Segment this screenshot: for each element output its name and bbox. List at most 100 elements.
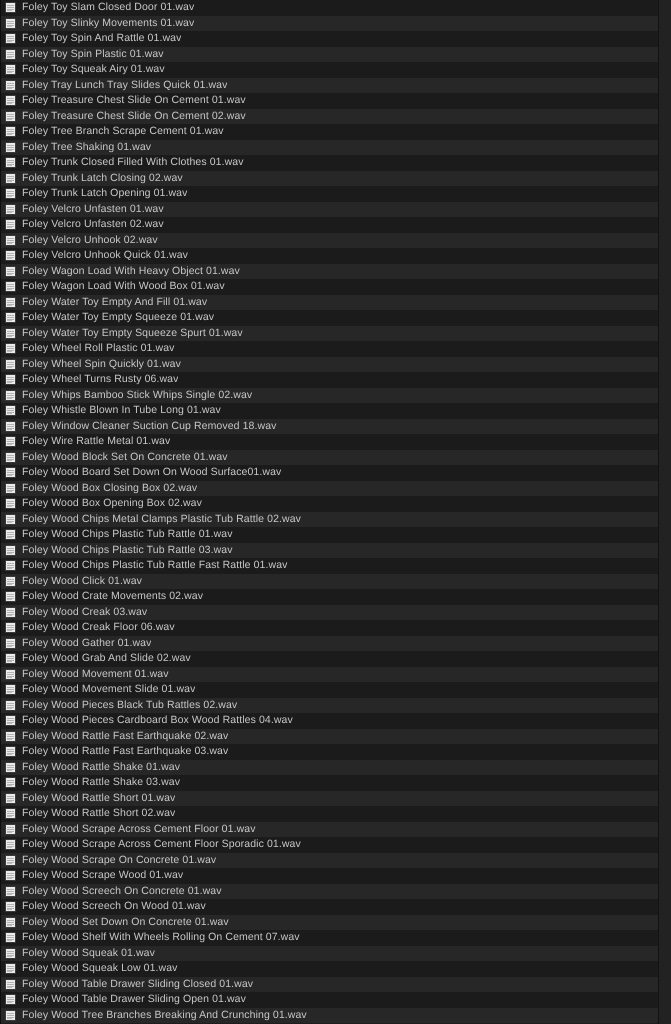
file-list-item[interactable]: Foley Wood Scrape Across Cement Floor 01… [1,821,671,837]
file-list-item[interactable]: Foley Wood Rattle Fast Earthquake 02.wav [1,728,671,744]
file-list-item[interactable]: Foley Wood Box Opening Box 02.wav [1,496,671,512]
file-list-item[interactable]: Foley Whistle Blown In Tube Long 01.wav [1,403,671,419]
file-list[interactable]: Foley Toy Slam Closed Door 01.wav Foley T… [1,0,671,1023]
file-list-item[interactable]: Foley Wood Movement Slide 01.wav [1,682,671,698]
file-list-item[interactable]: Foley Wood Pieces Cardboard Box Wood Rat… [1,713,671,729]
file-list-item[interactable]: Foley Wheel Turns Rusty 06.wav [1,372,671,388]
file-name-label: Foley Wood Scrape Wood 01.wav [22,869,184,882]
file-list-item[interactable]: Foley Wood Board Set Down On Wood Surfac… [1,465,671,481]
file-list-item[interactable]: Foley Wood Chips Plastic Tub Rattle 01.w… [1,527,671,543]
file-list-item[interactable]: Foley Wagon Load With Wood Box 01.wav [1,279,671,295]
file-list-item[interactable]: Foley Velcro Unfasten 02.wav [1,217,671,233]
file-name-label: Foley Velcro Unhook 02.wav [22,233,158,246]
file-list-item[interactable]: Foley Wood Chips Plastic Tub Rattle 03.w… [1,542,671,558]
file-list-item[interactable]: Foley Toy Squeak Airy 01.wav [1,62,671,78]
file-name-label: Foley Wood Pieces Cardboard Box Wood Rat… [22,714,293,727]
file-list-item[interactable]: Foley Toy Slinky Movements 01.wav [1,15,671,31]
file-name-label: Foley Wood Crate Movements 02.wav [22,590,204,603]
file-list-item[interactable]: Foley Wood Scrape Wood 01.wav [1,868,671,884]
file-list-item[interactable]: Foley Wood Table Drawer Sliding Closed 0… [1,976,671,992]
file-list-item[interactable]: Foley Wood Click 01.wav [1,573,671,589]
file-list-item[interactable]: Foley Velcro Unfasten 01.wav [1,201,671,217]
file-name-label: Foley Trunk Latch Closing 02.wav [22,171,183,184]
audio-file-icon [5,947,16,959]
file-list-item[interactable]: Foley Treasure Chest Slide On Cement 02.… [1,108,671,124]
file-list-item[interactable]: Foley Trunk Closed Filled With Clothes 0… [1,155,671,171]
file-list-item[interactable]: Foley Wood Shelf With Wheels Rolling On … [1,930,671,946]
file-list-item[interactable]: Foley Wood Crate Movements 02.wav [1,589,671,605]
file-list-item[interactable]: Foley Wood Gather 01.wav [1,635,671,651]
file-list-item[interactable]: Foley Wood Screech On Concrete 01.wav [1,883,671,899]
file-list-item[interactable]: Foley Wood Creak Floor 06.wav [1,620,671,636]
file-name-label: Foley Trunk Closed Filled With Clothes 0… [22,156,244,169]
file-list-item[interactable]: Foley Toy Spin And Rattle 01.wav [1,31,671,47]
file-name-label: Foley Wood Set Down On Concrete 01.wav [22,915,229,928]
audio-file-icon [5,916,16,928]
file-name-label: Foley Tray Lunch Tray Slides Quick 01.wa… [22,78,228,91]
audio-file-icon [5,436,16,448]
audio-file-icon [5,467,16,479]
file-list-item[interactable]: Foley Tray Lunch Tray Slides Quick 01.wa… [1,77,671,93]
file-name-label: Foley Wood Tree Branches Breaking And Cr… [22,1008,307,1021]
file-list-item[interactable]: Foley Wood Rattle Shake 03.wav [1,775,671,791]
file-list-item[interactable]: Foley Wood Set Down On Concrete 01.wav [1,914,671,930]
file-name-label: Foley Wagon Load With Wood Box 01.wav [22,280,225,293]
file-list-item[interactable]: Foley Wood Squeak 01.wav [1,945,671,961]
file-list-item[interactable]: Foley Treasure Chest Slide On Cement 01.… [1,93,671,109]
file-list-item[interactable]: Foley Wood Rattle Fast Earthquake 03.wav [1,744,671,760]
audio-file-icon [5,730,16,742]
file-list-item[interactable]: Foley Wood Block Set On Concrete 01.wav [1,449,671,465]
file-list-item[interactable]: Foley Wood Creak 03.wav [1,604,671,620]
file-list-item[interactable]: Foley Window Cleaner Suction Cup Removed… [1,418,671,434]
file-name-label: Foley Toy Squeak Airy 01.wav [22,63,165,76]
file-list-item[interactable]: Foley Wood Screech On Wood 01.wav [1,899,671,915]
file-list-item[interactable]: Foley Whips Bamboo Stick Whips Single 02… [1,387,671,403]
file-list-item[interactable]: Foley Wood Chips Plastic Tub Rattle Fast… [1,558,671,574]
file-list-item[interactable]: Foley Trunk Latch Opening 01.wav [1,186,671,202]
file-list-item[interactable]: Foley Wood Chips Metal Clamps Plastic Tu… [1,511,671,527]
file-list-item[interactable]: Foley Wood Rattle Short 01.wav [1,790,671,806]
audio-file-icon [5,668,16,680]
file-list-item[interactable]: Foley Wood Rattle Shake 01.wav [1,759,671,775]
file-list-item[interactable]: Foley Tree Branch Scrape Cement 01.wav [1,124,671,140]
audio-file-icon [5,761,16,773]
file-list-item[interactable]: Foley Wood Pieces Black Tub Rattles 02.w… [1,697,671,713]
file-list-item[interactable]: Foley Toy Slam Closed Door 01.wav [1,0,671,16]
file-list-item[interactable]: Foley Trunk Latch Closing 02.wav [1,170,671,186]
file-name-label: Foley Wood Creak Floor 06.wav [22,621,175,634]
file-list-item[interactable]: Foley Wood Squeak Low 01.wav [1,961,671,977]
file-name-label: Foley Wood Shelf With Wheels Rolling On … [22,931,300,944]
audio-file-icon [5,544,16,556]
file-list-item[interactable]: Foley Wood Grab And Slide 02.wav [1,651,671,667]
audio-file-icon [5,64,16,76]
file-list-item[interactable]: Foley Velcro Unhook 02.wav [1,232,671,248]
file-name-label: Foley Velcro Unfasten 02.wav [22,218,164,231]
file-list-item[interactable]: Foley Wood Table Drawer Sliding Open 01.… [1,992,671,1008]
file-list-item[interactable]: Foley Wire Rattle Metal 01.wav [1,434,671,450]
file-list-item[interactable]: Foley Water Toy Empty And Fill 01.wav [1,294,671,310]
file-name-label: Foley Treasure Chest Slide On Cement 01.… [22,94,246,107]
file-list-item[interactable]: Foley Wagon Load With Heavy Object 01.wa… [1,263,671,279]
file-list-item[interactable]: Foley Wood Tree Branches Breaking And Cr… [1,1007,671,1023]
audio-file-icon [5,746,16,758]
audio-file-icon [5,885,16,897]
audio-file-icon [5,994,16,1006]
audio-file-icon [5,870,16,882]
file-list-item[interactable]: Foley Tree Shaking 01.wav [1,139,671,155]
file-list-item[interactable]: Foley Wood Rattle Short 02.wav [1,806,671,822]
file-list-item[interactable]: Foley Water Toy Empty Squeeze Spurt 01.w… [1,325,671,341]
audio-file-icon [5,1009,16,1021]
file-list-item[interactable]: Foley Wood Movement 01.wav [1,666,671,682]
file-list-item[interactable]: Foley Wheel Roll Plastic 01.wav [1,341,671,357]
file-list-item[interactable]: Foley Water Toy Empty Squeeze 01.wav [1,310,671,326]
file-list-item[interactable]: Foley Wood Box Closing Box 02.wav [1,480,671,496]
audio-file-icon [5,420,16,432]
file-name-label: Foley Wire Rattle Metal 01.wav [22,435,171,448]
audio-file-icon [5,343,16,355]
file-list-item[interactable]: Foley Wheel Spin Quickly 01.wav [1,356,671,372]
file-list-item[interactable]: Foley Wood Scrape On Concrete 01.wav [1,852,671,868]
file-list-item[interactable]: Foley Toy Spin Plastic 01.wav [1,46,671,62]
file-list-item[interactable]: Foley Velcro Unhook Quick 01.wav [1,248,671,264]
file-name-label: Foley Wood Screech On Wood 01.wav [22,900,206,913]
file-list-item[interactable]: Foley Wood Scrape Across Cement Floor Sp… [1,837,671,853]
